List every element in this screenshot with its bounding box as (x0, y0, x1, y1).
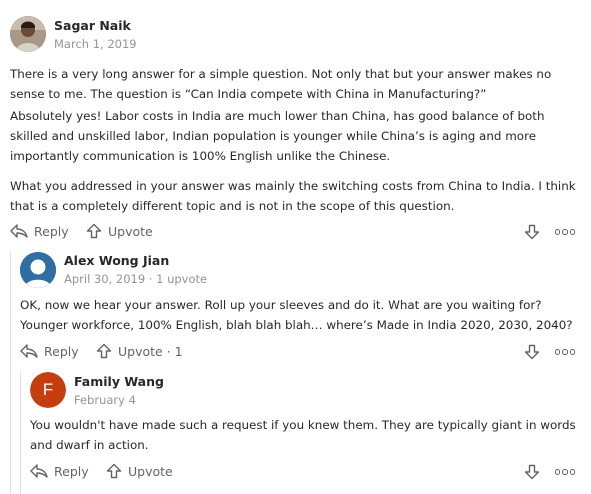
downvote-button[interactable] (523, 343, 541, 361)
comment-paragraph: OK, now we hear your answer. Roll up you… (20, 298, 573, 332)
more-dot-icon (554, 469, 561, 475)
author-name[interactable]: Family Wang (74, 374, 164, 389)
reply-button[interactable]: Reply (10, 223, 69, 239)
more-dot-icon (569, 469, 576, 475)
upvote-arrow-icon (86, 223, 102, 239)
user-photo-icon (10, 16, 46, 52)
thread-line (20, 371, 21, 494)
more-options-button[interactable] (552, 463, 578, 481)
upvote-button[interactable]: Upvote · 1 (96, 343, 183, 359)
more-dot-icon (554, 349, 561, 355)
comment-date[interactable]: March 1, 2019 (54, 37, 137, 51)
more-dot-icon (569, 349, 576, 355)
default-user-icon (20, 252, 56, 288)
avatar-letter-badge: F (30, 372, 66, 408)
reply-icon (10, 224, 28, 238)
author-name[interactable]: Sagar Naik (54, 18, 131, 33)
reply-icon (20, 344, 38, 358)
downvote-button[interactable] (523, 223, 541, 241)
upvote-button[interactable]: Upvote (86, 223, 153, 239)
reply-label: Reply (44, 343, 79, 359)
more-options-button[interactable] (552, 343, 578, 361)
comment-paragraph: You wouldn't have made such a request if… (30, 418, 576, 452)
upvote-arrow-icon (96, 343, 112, 359)
reply-button[interactable]: Reply (30, 463, 89, 479)
upvote-arrow-icon (106, 463, 122, 479)
more-options-button[interactable] (552, 223, 578, 241)
reply-label: Reply (54, 463, 89, 479)
more-dot-icon (562, 229, 568, 235)
avatar[interactable]: F (30, 372, 66, 408)
downvote-button[interactable] (523, 463, 541, 481)
more-dot-icon (569, 229, 576, 235)
reply-label: Reply (34, 223, 69, 239)
avatar[interactable] (10, 16, 46, 52)
avatar[interactable] (20, 252, 56, 288)
thread-line (10, 251, 11, 494)
more-dot-icon (562, 469, 568, 475)
comment-date[interactable]: February 4 (74, 393, 136, 407)
upvote-button[interactable]: Upvote (106, 463, 173, 479)
more-dot-icon (554, 229, 561, 235)
comment-paragraph: Absolutely yes! Labor costs in India are… (10, 109, 545, 163)
author-name[interactable]: Alex Wong Jian (64, 253, 169, 268)
more-dot-icon (562, 349, 568, 355)
reply-button[interactable]: Reply (20, 343, 79, 359)
avatar-letter: F (42, 380, 54, 399)
reply-icon (30, 464, 48, 478)
upvote-label: Upvote (108, 223, 153, 239)
upvote-label: Upvote · 1 (118, 343, 183, 359)
upvote-label: Upvote (128, 463, 173, 479)
downvote-arrow-icon (524, 344, 540, 360)
comment-paragraph: There is a very long answer for a simple… (10, 67, 552, 101)
comment-meta[interactable]: April 30, 2019 · 1 upvote (64, 272, 207, 286)
downvote-arrow-icon (524, 224, 540, 240)
comment-paragraph: What you addressed in your answer was ma… (10, 179, 576, 213)
downvote-arrow-icon (524, 464, 540, 480)
